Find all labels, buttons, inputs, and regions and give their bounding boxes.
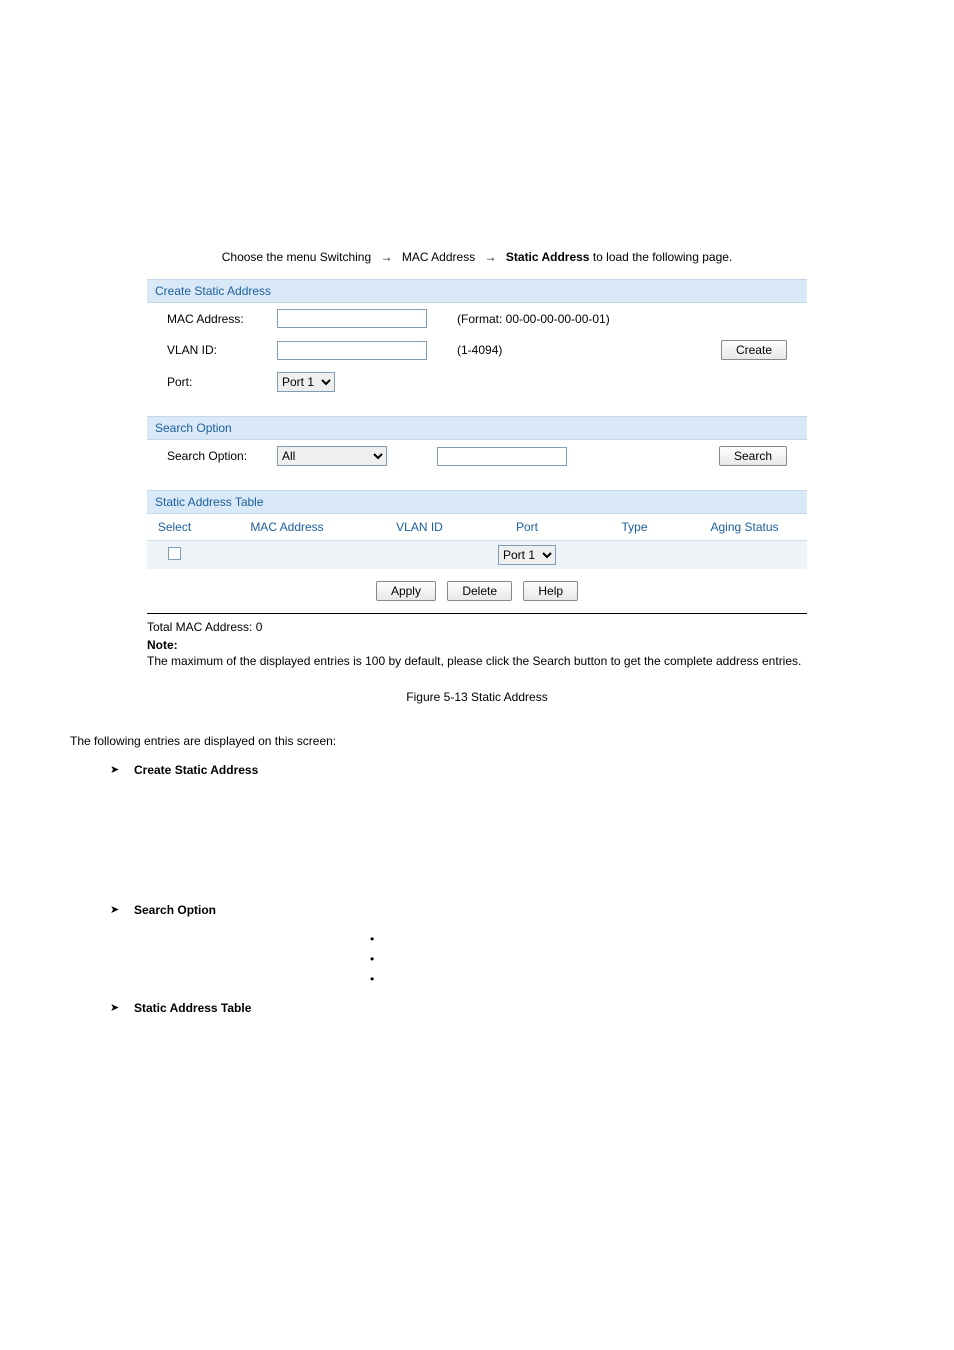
help-button[interactable]: Help xyxy=(523,581,578,601)
port-select[interactable]: Port 1 xyxy=(277,372,335,392)
col-select: Select xyxy=(147,514,202,541)
search-option-select[interactable]: All xyxy=(277,446,387,466)
group-create-label: Create Static Address xyxy=(134,763,334,777)
search-option-label: Search Option: xyxy=(167,449,277,463)
port-label: Port: xyxy=(167,375,277,389)
mac-address-hint: (Format: 00-00-00-00-00-01) xyxy=(457,312,677,326)
search-button[interactable]: Search xyxy=(719,446,787,466)
col-port: Port xyxy=(467,514,587,541)
bullet-icon: • xyxy=(370,932,844,946)
cell-mac xyxy=(202,541,372,570)
row-port-select[interactable]: Port 1 xyxy=(498,545,556,565)
total-mac-address: Total MAC Address: 0 xyxy=(147,614,807,634)
delete-button[interactable]: Delete xyxy=(447,581,512,601)
figure-caption: Figure 5-13 Static Address xyxy=(70,690,884,704)
breadcrumb-part-2: MAC Address xyxy=(402,250,475,264)
cell-type xyxy=(587,541,682,570)
breadcrumb-part-1: Choose the menu Switching xyxy=(222,250,371,264)
chevron-icon: ➤ xyxy=(110,903,134,917)
col-type: Type xyxy=(587,514,682,541)
breadcrumb: Choose the menu Switching → MAC Address … xyxy=(70,250,884,264)
group-search-label: Search Option xyxy=(134,903,334,917)
cell-aging xyxy=(682,541,807,570)
breadcrumb-part-3: to load the following page. xyxy=(593,250,732,264)
cell-vlan xyxy=(372,541,467,570)
description-intro: The following entries are displayed on t… xyxy=(70,734,884,748)
arrow-icon: → xyxy=(381,250,393,264)
vlan-id-label: VLAN ID: xyxy=(167,343,277,357)
chevron-icon: ➤ xyxy=(110,763,134,777)
col-aging: Aging Status xyxy=(682,514,807,541)
mac-address-label: MAC Address: xyxy=(167,312,277,326)
col-mac: MAC Address xyxy=(202,514,372,541)
vlan-id-hint: (1-4094) xyxy=(457,343,677,357)
note-body: The maximum of the displayed entries is … xyxy=(147,654,807,670)
create-button[interactable]: Create xyxy=(721,340,787,360)
create-section-header: Create Static Address xyxy=(147,279,807,303)
col-vlan: VLAN ID xyxy=(372,514,467,541)
search-section-header: Search Option xyxy=(147,416,807,440)
note-title: Note: xyxy=(147,638,807,652)
group-table-label: Static Address Table xyxy=(134,1001,334,1015)
select-all-checkbox[interactable] xyxy=(168,547,181,560)
table-row: Port 1 xyxy=(147,541,807,570)
bullet-icon: • xyxy=(370,952,844,966)
breadcrumb-last: Static Address xyxy=(506,250,590,264)
table-section-header: Static Address Table xyxy=(147,490,807,514)
vlan-id-input[interactable] xyxy=(277,341,427,360)
mac-address-input[interactable] xyxy=(277,309,427,328)
chevron-icon: ➤ xyxy=(110,1001,134,1015)
arrow-icon: → xyxy=(485,250,497,264)
bullet-icon: • xyxy=(370,972,844,986)
apply-button[interactable]: Apply xyxy=(376,581,436,601)
search-text-input[interactable] xyxy=(437,447,567,466)
